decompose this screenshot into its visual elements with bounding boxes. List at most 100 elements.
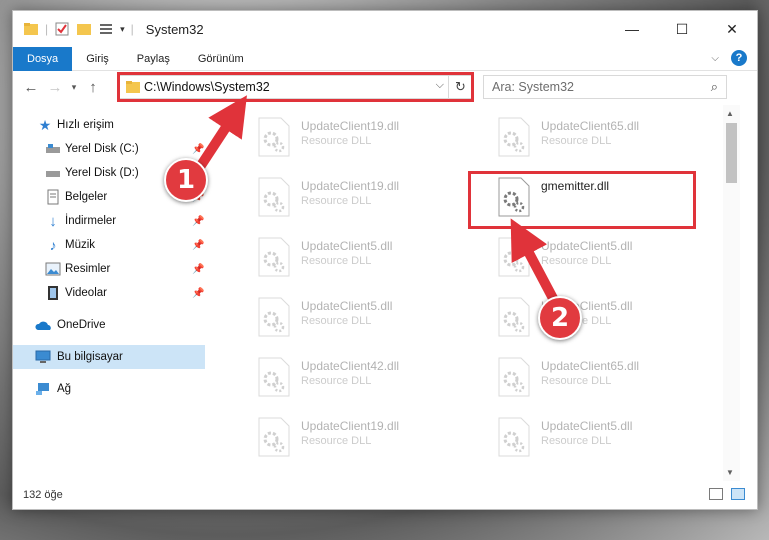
file-item[interactable]: UpdateClient5.dllResource DLL xyxy=(475,411,695,459)
file-name: UpdateClient65.dll xyxy=(541,119,640,133)
file-item[interactable]: UpdateClient19.dll Resource DLL xyxy=(235,111,455,159)
customize-icon[interactable] xyxy=(98,21,114,37)
file-item[interactable]: UpdateClient42.dll Resource DLL xyxy=(235,351,455,399)
file-name: UpdateClient5.dll xyxy=(541,239,633,253)
pictures-icon xyxy=(45,261,61,277)
pin-icon[interactable]: 📌 xyxy=(192,288,204,299)
pin-icon[interactable]: 📌 xyxy=(192,264,204,275)
sidebar-item-label: Bu bilgisayar xyxy=(57,351,123,363)
file-item[interactable]: UpdateClient65.dll Resource DLL xyxy=(475,111,695,159)
navigation-bar: ← → ▾ ↑ C:\Windows\System32 ⌵ ↻ Ara: Sys… xyxy=(13,71,757,103)
download-icon: ↓ xyxy=(49,212,57,230)
dll-file-icon xyxy=(258,177,290,217)
large-icons-view-icon[interactable] xyxy=(731,488,745,500)
status-bar: 132 öğe xyxy=(13,481,757,509)
file-type: Resource DLL xyxy=(541,435,612,447)
tab-share[interactable]: Paylaş xyxy=(123,47,184,71)
separator: | xyxy=(45,22,49,36)
sidebar-item-label: OneDrive xyxy=(57,319,106,331)
vertical-scrollbar[interactable]: ▲ ▼ xyxy=(723,105,740,481)
maximize-icon[interactable]: ☐ xyxy=(657,11,707,47)
computer-icon xyxy=(35,349,51,365)
file-item[interactable]: UpdateClient5.dllResource DLL xyxy=(235,231,455,279)
file-highlight-box xyxy=(468,171,696,229)
tab-file[interactable]: Dosya xyxy=(13,46,73,71)
separator: | xyxy=(130,22,134,36)
expand-ribbon-icon[interactable]: ⌵ xyxy=(711,53,719,64)
window-title: System32 xyxy=(145,21,204,37)
sidebar-item-label: Müzik xyxy=(65,239,96,251)
address-highlight-box xyxy=(117,72,474,102)
file-name: UpdateClient19.dll xyxy=(301,179,400,193)
file-name: UpdateClient19.dll xyxy=(301,119,400,133)
chevron-down-icon[interactable]: ▾ xyxy=(120,24,125,35)
sidebar-item-local-disk-c[interactable]: Yerel Disk (C:) 📌 xyxy=(13,137,205,161)
dll-file-icon xyxy=(498,237,530,277)
file-type: Resource DLL xyxy=(541,135,612,147)
file-name: UpdateClient65.dll xyxy=(541,359,640,373)
step-1-badge: 1 xyxy=(164,158,208,202)
sidebar-item-quick-access[interactable]: ★ Hızlı erişim xyxy=(13,113,205,137)
pin-icon[interactable]: 📌 xyxy=(192,216,204,227)
sidebar-item-label: Videolar xyxy=(65,287,107,299)
file-name: UpdateClient5.dll xyxy=(301,299,393,313)
file-name: UpdateClient42.dll xyxy=(301,359,400,373)
videos-icon xyxy=(45,285,61,301)
scroll-up-icon[interactable]: ▲ xyxy=(726,109,734,118)
title-bar: | ▾ | System32 — ☐ ✕ xyxy=(13,11,757,47)
back-icon[interactable]: ← xyxy=(19,79,43,96)
sidebar-item-label: Hızlı erişim xyxy=(57,119,114,131)
details-view-icon[interactable] xyxy=(709,488,723,500)
tab-home[interactable]: Giriş xyxy=(72,47,123,71)
file-item[interactable]: UpdateClient5.dll Resource DLL xyxy=(475,231,695,279)
file-item[interactable]: UpdateClient65.dll Resource DLL xyxy=(475,351,695,399)
new-folder-icon[interactable] xyxy=(76,21,92,37)
sidebar-item-network[interactable]: Ağ xyxy=(13,377,205,401)
scroll-down-icon[interactable]: ▼ xyxy=(726,468,734,477)
scrollbar-thumb[interactable] xyxy=(726,123,737,183)
cloud-icon xyxy=(35,317,51,333)
sidebar-item-downloads[interactable]: ↓ İndirmeler 📌 xyxy=(13,209,205,233)
step-2-badge: 2 xyxy=(538,296,582,340)
file-item[interactable]: UpdateClient19.dll Resource DLL xyxy=(235,411,455,459)
help-icon[interactable]: ? xyxy=(731,50,747,66)
sidebar-item-onedrive[interactable]: OneDrive xyxy=(13,313,205,337)
dll-file-icon xyxy=(258,357,290,397)
search-icon[interactable]: ⌕ xyxy=(711,79,718,95)
dll-file-icon xyxy=(258,297,290,337)
sidebar-item-music[interactable]: ♪ Müzik 📌 xyxy=(13,233,205,257)
pin-icon[interactable]: 📌 xyxy=(192,240,204,251)
sidebar-item-label: Resimler xyxy=(65,263,111,275)
dll-file-icon xyxy=(498,297,530,337)
music-icon: ♪ xyxy=(49,237,57,253)
recent-locations-icon[interactable]: ▾ xyxy=(67,82,81,93)
ribbon-right-controls: ⌵ ? xyxy=(711,50,747,66)
dll-file-icon xyxy=(258,237,290,277)
up-icon[interactable]: ↑ xyxy=(81,79,105,96)
file-type: Resource DLL xyxy=(301,375,372,387)
close-icon[interactable]: ✕ xyxy=(707,11,757,47)
star-icon: ★ xyxy=(38,116,52,133)
search-input[interactable]: Ara: System32 ⌕ xyxy=(483,75,727,99)
file-item[interactable]: UpdateClient5.dllResource DLL xyxy=(235,291,455,339)
forward-icon[interactable]: → xyxy=(43,79,67,96)
sidebar-item-videos[interactable]: Videolar 📌 xyxy=(13,281,205,305)
properties-icon[interactable] xyxy=(54,21,70,37)
file-type: Resource DLL xyxy=(301,135,372,147)
pin-icon[interactable]: 📌 xyxy=(192,144,204,155)
view-switcher xyxy=(709,488,745,500)
file-type: Resource DLL xyxy=(541,255,612,267)
sidebar-item-this-pc[interactable]: Bu bilgisayar xyxy=(13,345,205,369)
minimize-icon[interactable]: — xyxy=(607,11,657,47)
window-controls: — ☐ ✕ xyxy=(607,11,757,47)
sidebar-item-label: Yerel Disk (C:) xyxy=(65,143,139,155)
file-type: Resource DLL xyxy=(301,255,372,267)
file-type: Resource DLL xyxy=(301,435,372,447)
dll-file-icon xyxy=(258,417,290,457)
folder-icon xyxy=(23,21,39,37)
file-item[interactable]: UpdateClient19.dll Resource DLL xyxy=(235,171,455,219)
tab-view[interactable]: Görünüm xyxy=(184,47,258,71)
dll-file-icon xyxy=(498,117,530,157)
sidebar-item-pictures[interactable]: Resimler 📌 xyxy=(13,257,205,281)
file-item[interactable]: UpdateClient5.dllResource DLL xyxy=(475,291,695,339)
